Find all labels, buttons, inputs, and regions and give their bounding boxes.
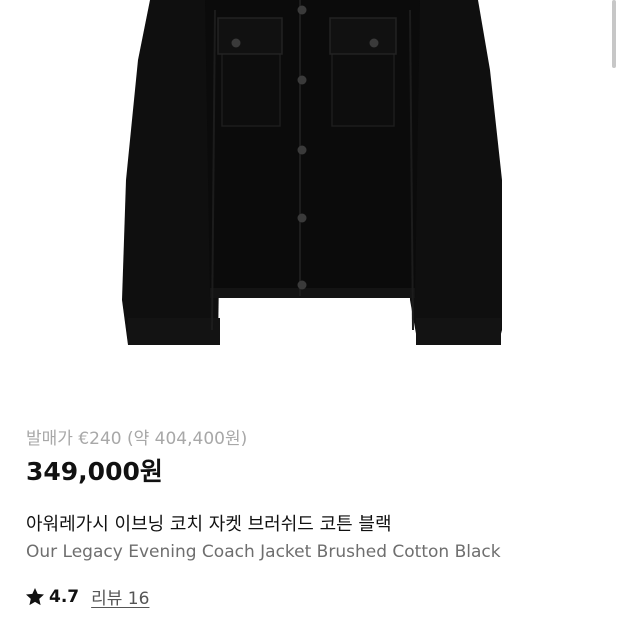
star-icon [26,587,44,605]
left-pocket-flap [217,17,283,55]
product-title-english: Our Legacy Evening Coach Jacket Brushed … [26,542,501,562]
jacket-left-cuff [128,318,220,345]
front-button-5 [297,280,307,290]
pocket-button-right [369,38,379,48]
rating-row: 4.7 리뷰 16 [24,584,149,609]
scroll-indicator[interactable] [612,0,616,68]
rating-value: 4.7 [49,586,80,607]
right-pocket-flap [329,17,397,55]
front-button-1 [297,5,307,15]
product-title-korean: 아워레가시 이브닝 코치 자켓 브러쉬드 코튼 블랙 [26,514,392,535]
jacket-right-cuff [416,318,501,345]
jacket-illustration [122,0,502,345]
front-button-3 [297,145,307,155]
release-price: 발매가 €240 (약 404,400원) [26,429,248,449]
review-count-link[interactable]: 리뷰 16 [91,584,149,609]
jacket-hem [210,288,415,298]
product-image[interactable] [0,0,620,400]
front-button-2 [297,75,307,85]
product-detail-page: 발매가 €240 (약 404,400원) 349,000원 아워레가시 이브닝… [0,0,620,620]
jacket-right-sleeve [405,0,502,345]
front-button-4 [297,213,307,223]
sale-price: 349,000원 [26,457,163,486]
pocket-button-left [231,38,241,48]
